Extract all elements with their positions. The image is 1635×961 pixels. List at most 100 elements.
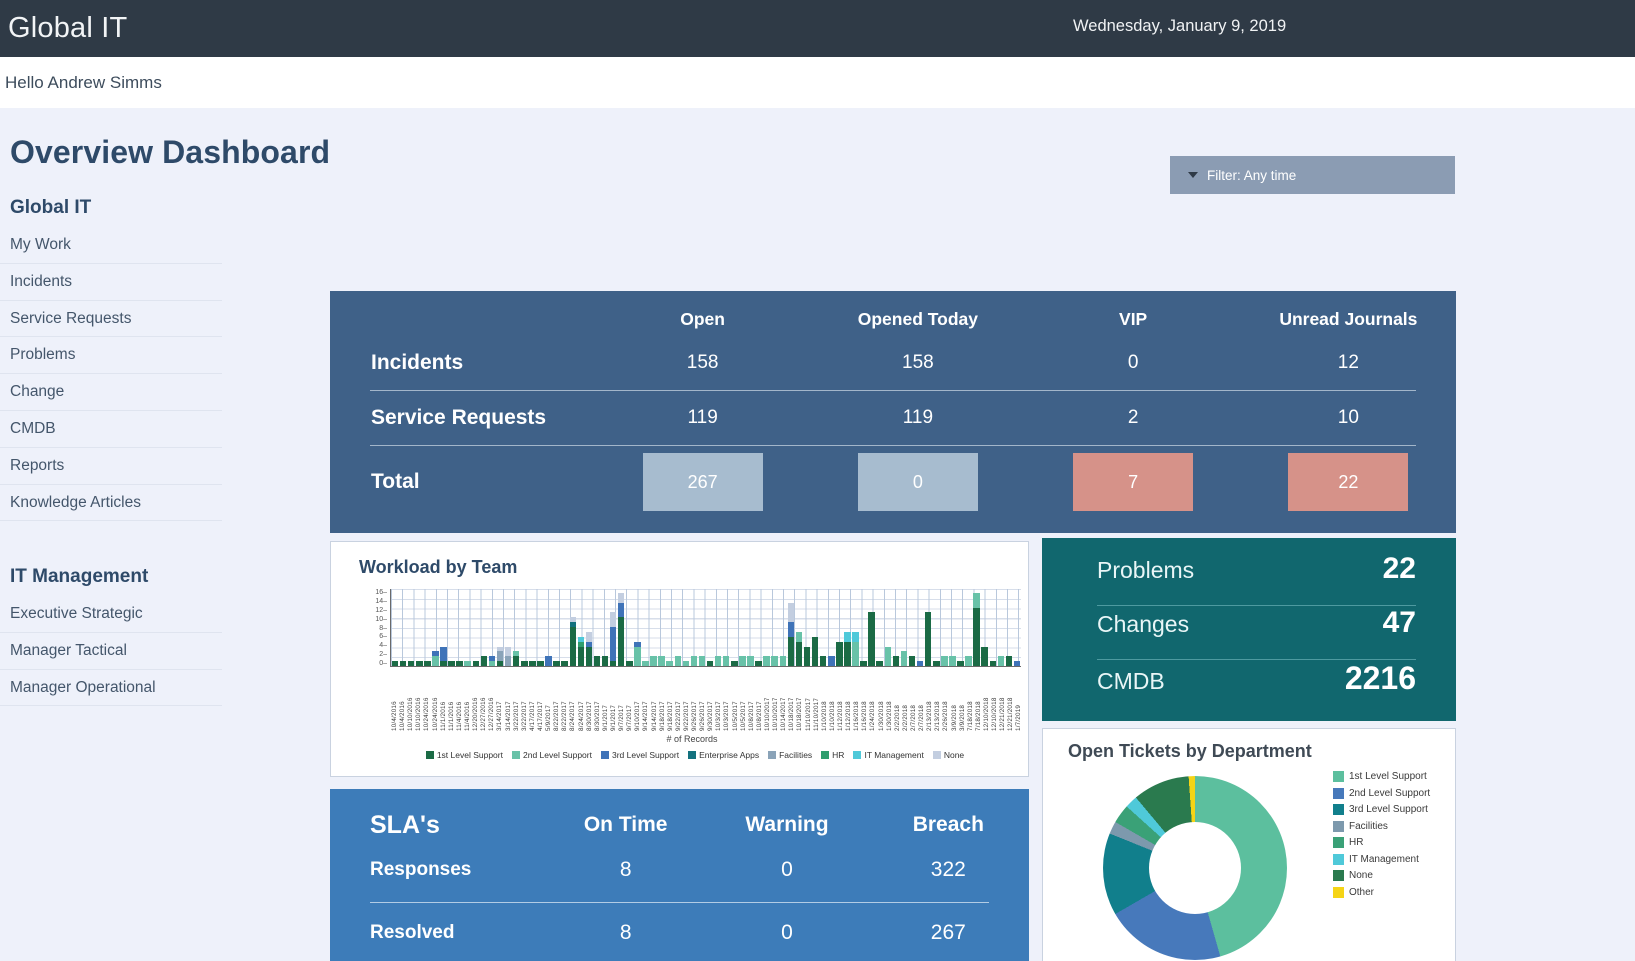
kpi-row-problems[interactable]: Problems 22 bbox=[1097, 552, 1416, 605]
donut-legend-item[interactable]: 1st Level Support bbox=[1333, 771, 1430, 782]
workload-bar[interactable] bbox=[504, 589, 512, 666]
workload-bar[interactable] bbox=[553, 589, 561, 666]
sidebar-item-incidents[interactable]: Incidents bbox=[0, 264, 222, 301]
sidebar-item-problems[interactable]: Problems bbox=[0, 337, 222, 374]
workload-bar[interactable] bbox=[803, 589, 811, 666]
donut-legend-item[interactable]: 2nd Level Support bbox=[1333, 788, 1430, 799]
sidebar-item-executive-strategic[interactable]: Executive Strategic bbox=[0, 596, 222, 633]
workload-bar[interactable] bbox=[585, 589, 593, 666]
workload-bar[interactable] bbox=[690, 589, 698, 666]
workload-chart[interactable]: 16–14–12–10–8–6–4–2–0– 10/4/201610/4/201… bbox=[361, 589, 1023, 771]
workload-bar[interactable] bbox=[536, 589, 544, 666]
stats-total-vip-cell[interactable]: 7 bbox=[1026, 446, 1241, 518]
workload-bar[interactable] bbox=[423, 589, 431, 666]
stats-total-opened-today-cell[interactable]: 0 bbox=[810, 446, 1025, 518]
workload-bar[interactable] bbox=[811, 589, 819, 666]
workload-legend-item[interactable]: Enterprise Apps bbox=[688, 750, 759, 760]
workload-bar[interactable] bbox=[997, 589, 1005, 666]
workload-bar[interactable] bbox=[714, 589, 722, 666]
workload-bar[interactable] bbox=[989, 589, 997, 666]
workload-bar[interactable] bbox=[641, 589, 649, 666]
workload-bar[interactable] bbox=[609, 589, 617, 666]
sidebar-item-my-work[interactable]: My Work bbox=[0, 227, 222, 264]
workload-legend-item[interactable]: 1st Level Support bbox=[426, 750, 503, 760]
workload-bar[interactable] bbox=[835, 589, 843, 666]
donut-chart[interactable] bbox=[1103, 776, 1287, 960]
workload-bar[interactable] bbox=[464, 589, 472, 666]
workload-legend-item[interactable]: 3rd Level Support bbox=[601, 750, 679, 760]
sidebar-item-service-requests[interactable]: Service Requests bbox=[0, 301, 222, 338]
workload-bar[interactable] bbox=[819, 589, 827, 666]
workload-bar[interactable] bbox=[528, 589, 536, 666]
workload-bar[interactable] bbox=[868, 589, 876, 666]
kpi-row-changes[interactable]: Changes 47 bbox=[1097, 606, 1416, 659]
donut-legend-item[interactable]: None bbox=[1333, 870, 1430, 881]
workload-legend-item[interactable]: IT Management bbox=[853, 750, 923, 760]
stats-service-requests-unread[interactable]: 10 bbox=[1241, 391, 1456, 445]
sidebar-item-reports[interactable]: Reports bbox=[0, 448, 222, 485]
kpi-row-cmdb[interactable]: CMDB 2216 bbox=[1097, 660, 1416, 713]
workload-bar[interactable] bbox=[561, 589, 569, 666]
workload-bar[interactable] bbox=[1013, 589, 1021, 666]
sla-responses-warning[interactable]: 0 bbox=[706, 840, 867, 900]
sla-responses-breach[interactable]: 322 bbox=[868, 840, 1029, 900]
workload-bar[interactable] bbox=[981, 589, 989, 666]
workload-bar[interactable] bbox=[496, 589, 504, 666]
sla-resolved-warning[interactable]: 0 bbox=[706, 903, 867, 961]
workload-legend-item[interactable]: HR bbox=[821, 750, 844, 760]
workload-bar[interactable] bbox=[932, 589, 940, 666]
workload-bar[interactable] bbox=[415, 589, 423, 666]
workload-legend-item[interactable]: 2nd Level Support bbox=[512, 750, 592, 760]
workload-bar[interactable] bbox=[431, 589, 439, 666]
workload-bar[interactable] bbox=[730, 589, 738, 666]
workload-bar[interactable] bbox=[569, 589, 577, 666]
workload-bar[interactable] bbox=[956, 589, 964, 666]
workload-bar[interactable] bbox=[722, 589, 730, 666]
workload-bar[interactable] bbox=[924, 589, 932, 666]
workload-bar[interactable] bbox=[439, 589, 447, 666]
donut-legend-item[interactable]: Other bbox=[1333, 887, 1430, 898]
workload-bar[interactable] bbox=[698, 589, 706, 666]
sla-responses-on-time[interactable]: 8 bbox=[545, 840, 706, 900]
workload-bar[interactable] bbox=[860, 589, 868, 666]
workload-bar[interactable] bbox=[488, 589, 496, 666]
workload-bar[interactable] bbox=[851, 589, 859, 666]
workload-bar[interactable] bbox=[658, 589, 666, 666]
workload-bar[interactable] bbox=[965, 589, 973, 666]
workload-bar[interactable] bbox=[787, 589, 795, 666]
workload-bar[interactable] bbox=[674, 589, 682, 666]
workload-bar[interactable] bbox=[908, 589, 916, 666]
stats-total-unread-cell[interactable]: 22 bbox=[1241, 446, 1456, 518]
workload-bar[interactable] bbox=[617, 589, 625, 666]
workload-bar[interactable] bbox=[480, 589, 488, 666]
workload-bar[interactable] bbox=[706, 589, 714, 666]
workload-bar[interactable] bbox=[633, 589, 641, 666]
stats-service-requests-open[interactable]: 119 bbox=[595, 391, 810, 445]
donut-legend-item[interactable]: HR bbox=[1333, 837, 1430, 848]
donut-legend-item[interactable]: IT Management bbox=[1333, 854, 1430, 865]
time-filter-dropdown[interactable]: Filter: Any time bbox=[1170, 156, 1455, 194]
workload-bar[interactable] bbox=[456, 589, 464, 666]
workload-bar[interactable] bbox=[544, 589, 552, 666]
workload-bar[interactable] bbox=[407, 589, 415, 666]
workload-bar[interactable] bbox=[892, 589, 900, 666]
workload-bar[interactable] bbox=[472, 589, 480, 666]
workload-bar[interactable] bbox=[746, 589, 754, 666]
workload-bar[interactable] bbox=[779, 589, 787, 666]
workload-bar[interactable] bbox=[763, 589, 771, 666]
workload-bar[interactable] bbox=[1005, 589, 1013, 666]
workload-bar[interactable] bbox=[666, 589, 674, 666]
workload-legend-item[interactable]: None bbox=[933, 750, 964, 760]
workload-bar[interactable] bbox=[738, 589, 746, 666]
donut-legend-item[interactable]: Facilities bbox=[1333, 821, 1430, 832]
sidebar-item-manager-tactical[interactable]: Manager Tactical bbox=[0, 633, 222, 670]
workload-bar[interactable] bbox=[625, 589, 633, 666]
sidebar-item-manager-operational[interactable]: Manager Operational bbox=[0, 670, 222, 707]
sidebar-item-change[interactable]: Change bbox=[0, 374, 222, 411]
donut-legend-item[interactable]: 3rd Level Support bbox=[1333, 804, 1430, 815]
sidebar-item-knowledge-articles[interactable]: Knowledge Articles bbox=[0, 485, 222, 522]
workload-bar[interactable] bbox=[795, 589, 803, 666]
workload-bar[interactable] bbox=[940, 589, 948, 666]
sidebar-item-cmdb[interactable]: CMDB bbox=[0, 411, 222, 448]
workload-bar[interactable] bbox=[682, 589, 690, 666]
